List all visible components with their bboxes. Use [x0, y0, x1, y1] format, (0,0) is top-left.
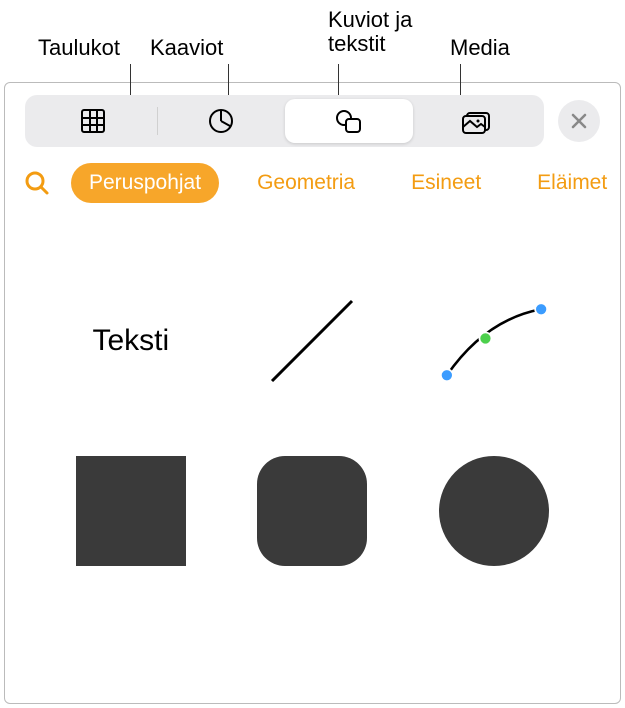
search-icon: [23, 169, 51, 197]
tab-animals[interactable]: Eläimet: [519, 163, 621, 203]
insert-segmented-control: [25, 95, 544, 147]
line-icon: [257, 286, 367, 396]
square-icon: [76, 456, 186, 566]
callout-media: Media: [450, 36, 510, 60]
callout-tables: Taulukot: [38, 36, 120, 60]
category-tabs: Peruspohjat Geometria Esineet Eläimet: [5, 155, 620, 221]
shape-text-label: Teksti: [92, 324, 169, 358]
rounded-square-icon: [257, 456, 367, 566]
callout-shapes-text: Kuviot ja tekstit: [328, 8, 448, 56]
tab-basics[interactable]: Peruspohjat: [71, 163, 219, 203]
shape-rounded-square[interactable]: [252, 451, 372, 571]
callout-charts: Kaaviot: [150, 36, 223, 60]
tables-button[interactable]: [29, 99, 157, 143]
insert-panel: Peruspohjat Geometria Esineet Eläimet Te…: [4, 82, 621, 704]
circle-icon: [439, 456, 549, 566]
charts-button[interactable]: [158, 99, 286, 143]
shapes-icon: [334, 107, 364, 135]
tab-objects[interactable]: Esineet: [393, 163, 499, 203]
callout-shapes-line2: tekstit: [328, 31, 385, 56]
shape-curve[interactable]: [434, 281, 554, 401]
tables-icon: [79, 107, 107, 135]
top-row: [5, 83, 620, 155]
media-icon: [460, 107, 492, 135]
callouts-region: Taulukot Kaaviot Kuviot ja tekstit Media: [0, 0, 625, 82]
media-button[interactable]: [413, 99, 541, 143]
close-icon: [571, 113, 587, 129]
charts-icon: [207, 107, 235, 135]
shape-circle[interactable]: [434, 451, 554, 571]
shapes-button[interactable]: [285, 99, 413, 143]
shape-square[interactable]: [71, 451, 191, 571]
shape-text[interactable]: Teksti: [71, 281, 191, 401]
search-button[interactable]: [23, 169, 51, 197]
shapes-grid: Teksti: [5, 221, 620, 611]
curve-icon: [434, 286, 554, 396]
callout-shapes-line1: Kuviot ja: [328, 7, 412, 32]
close-button[interactable]: [558, 100, 600, 142]
shape-line[interactable]: [252, 281, 372, 401]
tab-geometry[interactable]: Geometria: [239, 163, 373, 203]
